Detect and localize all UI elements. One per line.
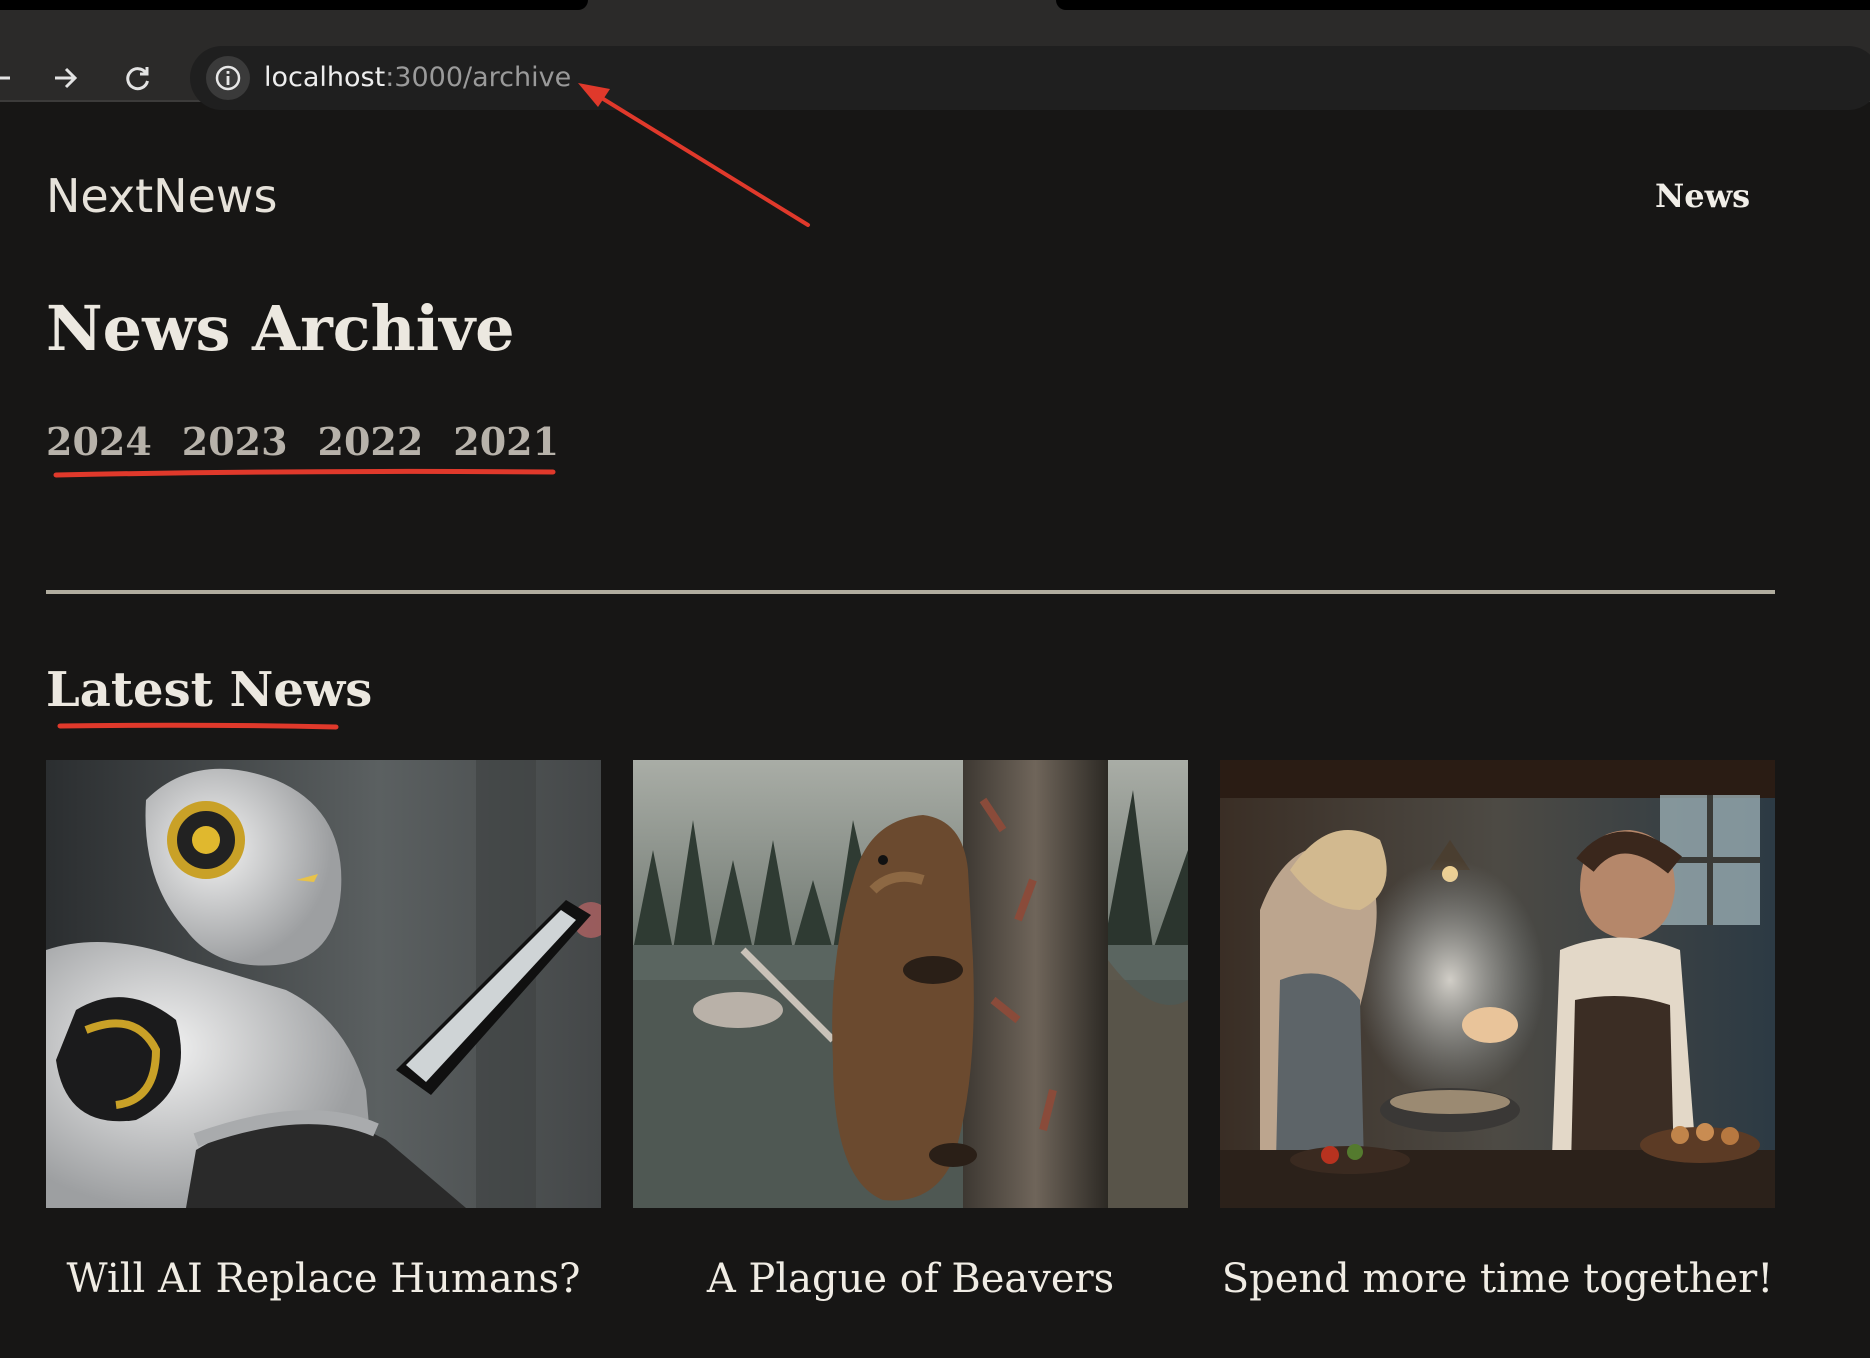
arrow-left-icon xyxy=(0,70,10,86)
page-title: News Archive xyxy=(46,292,515,365)
news-card-title[interactable]: A Plague of Beavers xyxy=(633,1253,1188,1305)
browser-tab[interactable] xyxy=(1056,0,1870,10)
back-button[interactable] xyxy=(0,56,22,100)
browser-toolbar: localhost:3000/archive xyxy=(0,22,1870,110)
year-link-2023[interactable]: 2023 xyxy=(182,418,288,466)
reload-button[interactable] xyxy=(116,56,160,100)
annotation-underline-years xyxy=(53,468,556,478)
reload-icon xyxy=(126,67,149,91)
arrow-right-icon xyxy=(55,67,78,89)
year-link-2022[interactable]: 2022 xyxy=(318,418,424,466)
year-link-2021[interactable]: 2021 xyxy=(453,418,559,466)
section-divider xyxy=(46,590,1775,594)
year-filter: 2024 2023 2022 2021 xyxy=(46,418,559,466)
forward-button[interactable] xyxy=(44,56,88,100)
site-info-button[interactable] xyxy=(206,56,250,100)
couple-cooking-kitchen-image xyxy=(1220,760,1775,1208)
latest-news-heading: Latest News xyxy=(46,662,373,718)
url-path: :3000/archive xyxy=(385,62,572,93)
url-text[interactable]: localhost:3000/archive xyxy=(264,62,571,94)
news-card[interactable]: A Plague of Beavers xyxy=(633,760,1188,1305)
news-card[interactable]: Spend more time together! xyxy=(1220,760,1775,1305)
news-card-title[interactable]: Spend more time together! xyxy=(1220,1253,1775,1305)
annotation-arrow-icon xyxy=(590,90,810,227)
year-link-2024[interactable]: 2024 xyxy=(46,418,152,466)
info-icon xyxy=(215,65,241,91)
news-list: Will AI Replace Humans? A Plague of Beav… xyxy=(46,760,1775,1305)
site-logo[interactable]: NextNews xyxy=(46,168,277,224)
annotation-underline-latest xyxy=(57,722,339,730)
url-host: localhost xyxy=(264,62,386,93)
tab-strip xyxy=(0,0,1870,22)
robot-reading-tablet-image xyxy=(46,760,601,1208)
browser-tab[interactable] xyxy=(0,0,588,10)
nav-link-news[interactable]: News xyxy=(1655,174,1750,218)
news-card[interactable]: Will AI Replace Humans? xyxy=(46,760,601,1305)
beaver-climbing-tree-image xyxy=(633,760,1188,1208)
address-bar[interactable]: localhost:3000/archive xyxy=(190,46,1870,110)
news-card-title[interactable]: Will AI Replace Humans? xyxy=(46,1253,601,1305)
